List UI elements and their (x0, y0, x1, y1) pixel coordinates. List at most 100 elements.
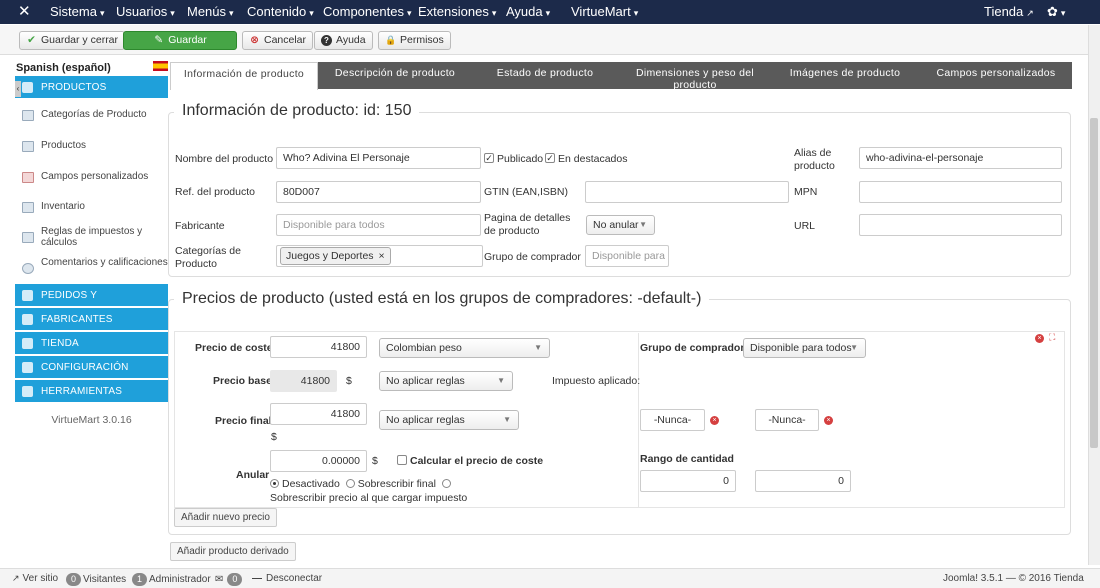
collapse-sidebar-icon[interactable]: ‹ (15, 81, 21, 97)
tab-descripcion[interactable]: Descripción de producto (320, 62, 470, 89)
radio-disabled[interactable]: Desactivado (270, 478, 340, 490)
alias-input[interactable]: who-adivina-el-personaje (859, 147, 1062, 169)
chevron-down-icon: ▾ (545, 8, 551, 18)
menu-ayuda[interactable]: Ayuda ▾ (506, 0, 550, 24)
tools-icon (22, 386, 33, 397)
help-button[interactable]: ? Ayuda (314, 31, 373, 50)
price-shopper-group-select[interactable]: Disponible para todos ▼ (743, 338, 866, 358)
cancel-button[interactable]: ⊗ Cancelar (242, 31, 314, 50)
sidebar-item-campos[interactable]: Campos personalizados (15, 171, 168, 183)
url-input[interactable] (859, 214, 1062, 236)
sidebar-item-comentarios[interactable]: Comentarios y calificaciones (15, 257, 168, 274)
menu-menus[interactable]: Menús ▾ (187, 0, 234, 24)
price-divider (638, 333, 639, 507)
expand-icon[interactable]: ⛶ (1049, 332, 1055, 343)
tab-informacion[interactable]: Información de producto (170, 62, 318, 90)
menu-contenido[interactable]: Contenido ▾ (247, 0, 314, 24)
save-button[interactable]: ✎ Guardar (123, 31, 237, 50)
price-date-from-input[interactable]: -Nunca- (640, 409, 705, 431)
price-shopper-group-label: Grupo de comprador (640, 342, 745, 354)
alias-label: Alias de producto (794, 147, 835, 172)
settings-menu[interactable]: ✿ ▾ (1047, 0, 1065, 24)
mpn-input[interactable] (859, 181, 1062, 203)
category-token: Juegos y Deportes × (280, 247, 391, 265)
product-name-label: Nombre del producto (175, 153, 274, 165)
scrollbar-thumb[interactable] (1090, 118, 1098, 448)
final-price-input[interactable]: 41800 (270, 403, 367, 425)
logout-link[interactable]: — Desconectar (252, 573, 322, 584)
remove-price-icon[interactable]: × (1035, 334, 1044, 343)
shop-icon (22, 338, 33, 349)
override-price-input[interactable]: 0.00000 (270, 450, 367, 472)
sidebar-section-productos[interactable]: PRODUCTOS (15, 76, 168, 99)
menu-componentes[interactable]: Componentes ▾ (323, 0, 411, 24)
details-page-label: Pagina de detalles de producto (484, 212, 571, 237)
gear-icon: ✿ (1047, 4, 1058, 19)
product-ref-label: Ref. del producto (175, 186, 255, 198)
final-price-label: Precio final (215, 415, 272, 427)
menu-virtuemart[interactable]: VirtueMart ▾ (571, 0, 638, 24)
tab-imagenes[interactable]: Imágenes de producto (770, 62, 920, 89)
price-date-to-input[interactable]: -Nunca- (755, 409, 819, 431)
messages-status[interactable]: ✉ 0 (215, 573, 244, 586)
cost-price-input[interactable]: 41800 (270, 336, 367, 358)
calculator-icon (22, 232, 34, 243)
tab-estado[interactable]: Estado de producto (470, 62, 620, 89)
tab-campos[interactable]: Campos personalizados (920, 62, 1072, 89)
wrench-icon (22, 314, 33, 325)
toolbar: ✔ Guardar y cerrar ✎ Guardar ⊗ Cancelar ? Ay… (0, 25, 1088, 55)
top-navbar: ✕ Sistema ▾ Usuarios ▾ Menús ▾ Contenido ▾ C… (0, 0, 1100, 24)
menu-sistema[interactable]: Sistema ▾ (50, 0, 105, 24)
calc-cost-checkbox[interactable]: Calcular el precio de coste (397, 455, 543, 468)
manufacturer-select[interactable]: Disponible para todos (276, 214, 481, 236)
currency-symbol: $ (372, 455, 378, 467)
sidebar-item-productos[interactable]: Productos (15, 140, 168, 152)
sidebar-section-tienda[interactable]: TIENDA (15, 332, 168, 355)
spain-flag-icon[interactable] (153, 61, 168, 71)
sidebar-section-fabricantes[interactable]: FABRICANTES (15, 308, 168, 331)
final-rule-select[interactable]: No aplicar reglas ▼ (379, 410, 519, 430)
sidebar-item-categorias[interactable]: Categorías de Producto (15, 109, 168, 121)
menu-usuarios[interactable]: Usuarios ▾ (116, 0, 175, 24)
external-link-icon: ↗ (1026, 8, 1034, 18)
sidebar-section-pedidos[interactable]: PEDIDOS Y (15, 284, 168, 307)
details-page-select[interactable]: No anular ▼ (586, 215, 655, 235)
clear-date-to-icon[interactable]: × (824, 416, 833, 425)
add-child-product-button[interactable]: Añadir producto derivado (170, 542, 296, 561)
shopper-group-select[interactable]: Disponible para todos (585, 245, 669, 267)
sidebar-section-herramientas[interactable]: HERRAMIENTAS (15, 380, 168, 403)
base-rule-select[interactable]: No aplicar reglas ▼ (379, 371, 513, 391)
menu-extensiones[interactable]: Extensiones ▾ (418, 0, 496, 24)
manufacturer-label: Fabricante (175, 220, 225, 232)
save-close-button[interactable]: ✔ Guardar y cerrar (19, 31, 126, 50)
currency-select[interactable]: Colombian peso ▼ (379, 338, 550, 358)
product-name-input[interactable]: Who? Adivina El Personaje (276, 147, 481, 169)
chevron-down-icon: ▾ (491, 8, 497, 18)
joomla-logo-icon[interactable]: ✕ (18, 0, 31, 24)
site-link[interactable]: Tienda ↗ (984, 0, 1034, 24)
chevron-down-icon: ▾ (1060, 8, 1066, 18)
comment-icon (22, 263, 34, 274)
qty-to-input[interactable]: 0 (755, 470, 851, 492)
currency-symbol: $ (271, 431, 277, 443)
radio-icon (441, 478, 451, 488)
add-price-button[interactable]: Añadir nuevo precio (174, 508, 277, 527)
clear-date-from-icon[interactable]: × (710, 416, 719, 425)
sidebar-section-configuracion[interactable]: CONFIGURACIÓN (15, 356, 168, 379)
radio-override-tax[interactable] (441, 478, 454, 490)
tab-dimensiones[interactable]: Dimensiones y peso del producto (620, 62, 770, 91)
sidebar-item-inventario[interactable]: Inventario (15, 201, 168, 213)
remove-token-icon[interactable]: × (378, 250, 384, 262)
radio-override-final[interactable]: Sobrescribir final (345, 478, 436, 490)
admins-badge: 1 (132, 573, 147, 586)
sidebar-item-reglas[interactable]: Reglas de impuestos y cálculos (15, 226, 168, 248)
qty-from-input[interactable]: 0 (640, 470, 736, 492)
envelope-icon: ✉ (215, 574, 224, 585)
featured-checkbox[interactable]: ✓ En destacados (545, 153, 627, 166)
gtin-input[interactable] (585, 181, 789, 203)
published-checkbox[interactable]: ✓ Publicado (484, 153, 543, 166)
view-site-link[interactable]: ↗ Ver sitio (12, 573, 58, 584)
permissions-button[interactable]: 🔒 Permisos (378, 31, 451, 50)
visitors-status: 0 Visitantes (66, 573, 126, 586)
product-ref-input[interactable]: 80D007 (276, 181, 481, 203)
